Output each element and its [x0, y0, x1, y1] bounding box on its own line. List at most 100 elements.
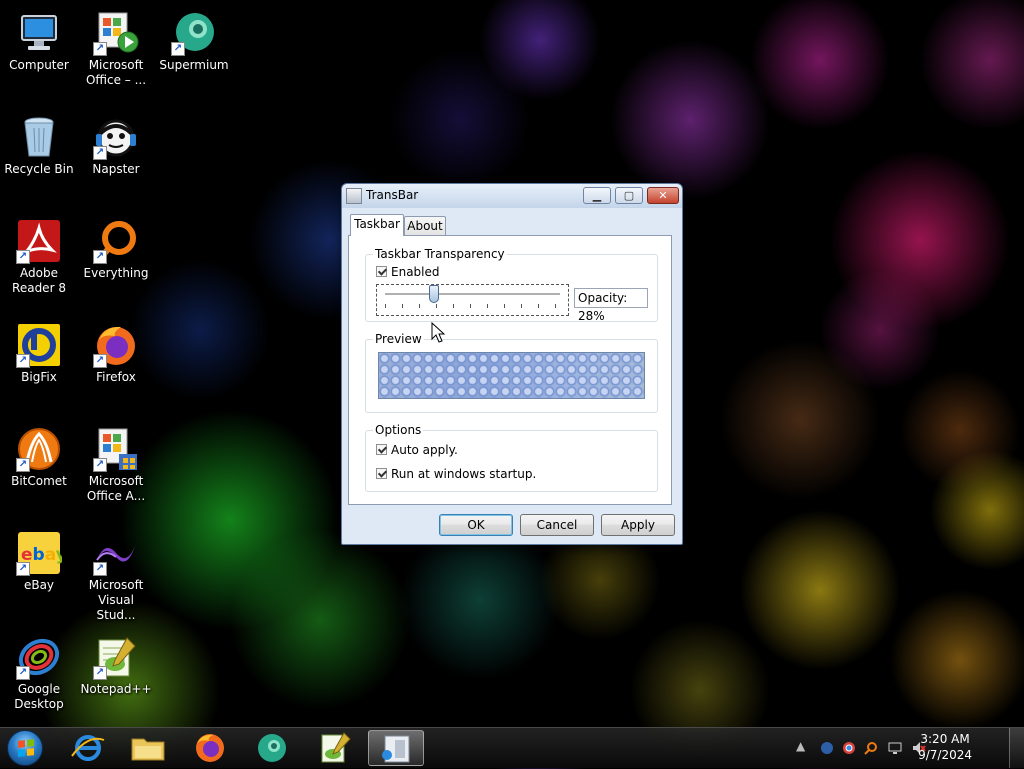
close-icon: ✕ — [658, 189, 668, 202]
maximize-button[interactable]: ▢ — [615, 187, 643, 204]
auto-apply-checkbox[interactable]: Auto apply. — [376, 443, 458, 457]
desktop-icon-adobe-reader[interactable]: ↗ Adobe Reader 8 — [1, 212, 77, 296]
taskbar-internet-explorer[interactable] — [60, 730, 116, 766]
dialog-client-area: Taskbar About Taskbar Transparency Enabl… — [348, 214, 676, 538]
supermium-icon — [258, 734, 286, 762]
close-button[interactable]: ✕ — [647, 187, 679, 204]
minimize-button[interactable]: ▁ — [583, 187, 611, 204]
run-at-startup-checkbox[interactable]: Run at windows startup. — [376, 467, 536, 481]
group-title: Options — [373, 423, 424, 437]
monitor-tray-icon[interactable] — [888, 741, 902, 755]
slider-tick — [470, 304, 471, 308]
desktop-icon-google-desktop[interactable]: ↗ Google Desktop — [1, 628, 77, 712]
preview-group: Preview — [365, 332, 658, 413]
desktop-icon-everything[interactable]: ↗ Everything — [78, 212, 154, 281]
desktop-icon-ebay[interactable]: ebay ↗ eBay — [1, 524, 77, 593]
visual-studio-icon: ↗ — [93, 530, 139, 576]
group-title: Taskbar Transparency — [373, 247, 507, 261]
enabled-checkbox[interactable]: Enabled — [376, 265, 440, 279]
shortcut-arrow-icon: ↗ — [16, 250, 30, 264]
desktop-icon-label: Napster — [92, 162, 140, 176]
search-tray-icon[interactable] — [864, 741, 878, 755]
opacity-slider[interactable] — [376, 284, 569, 316]
supermium-icon: ↗ — [171, 10, 217, 56]
slider-tick — [504, 304, 505, 308]
desktop-icon-bitcomet[interactable]: ↗ BitComet — [1, 420, 77, 489]
taskbar-notepad-plus-plus[interactable] — [306, 730, 362, 766]
recycle-bin-icon — [16, 114, 62, 160]
shortcut-arrow-icon: ↗ — [16, 354, 30, 368]
desktop-icon-label: Microsoft Office A... — [86, 474, 146, 503]
windows-logo-icon — [18, 739, 34, 757]
desktop-icon-label: BitComet — [11, 474, 67, 488]
taskbar-firefox[interactable] — [182, 730, 238, 766]
desktop-icon-visual-studio[interactable]: ↗ Microsoft Visual Stud... — [78, 524, 154, 623]
shortcut-arrow-icon: ↗ — [16, 562, 30, 576]
minimize-icon: ▁ — [592, 189, 602, 202]
desktop-icon-bigfix[interactable]: ↗ BigFix — [1, 316, 77, 385]
desktop-icon-napster[interactable]: ↗ Napster — [78, 108, 154, 177]
napster-icon: ↗ — [93, 114, 139, 160]
checkbox-label: Auto apply. — [391, 443, 458, 457]
shortcut-arrow-icon: ↗ — [93, 42, 107, 56]
maximize-icon: ▢ — [623, 189, 635, 202]
shortcut-arrow-icon: ↗ — [171, 42, 185, 56]
desktop-icon-label: Microsoft Office – ... — [85, 58, 147, 87]
group-title: Preview — [373, 332, 424, 346]
start-button[interactable] — [7, 730, 43, 766]
shortcut-arrow-icon: ↗ — [93, 666, 107, 680]
slider-tick — [419, 304, 420, 308]
slider-tick — [521, 304, 522, 308]
transbar-dialog: TransBar ▁ ▢ ✕ Taskbar About Taskbar Tra… — [341, 183, 683, 545]
show-desktop-button[interactable] — [1009, 728, 1024, 768]
network-tray-icon[interactable] — [820, 741, 834, 755]
taskbar-supermium[interactable] — [244, 730, 300, 766]
checkbox-label: Enabled — [391, 265, 440, 279]
shortcut-arrow-icon: ↗ — [93, 458, 107, 472]
ok-button[interactable]: OK — [439, 514, 513, 536]
clock-time: 3:20 AM — [920, 732, 970, 746]
checkbox-label: Run at windows startup. — [391, 467, 537, 481]
desktop-icon-supermium[interactable]: ↗ Supermium — [156, 4, 232, 73]
tab-panel-taskbar: Taskbar Transparency Enabled Opacity: 28… — [348, 235, 672, 505]
desktop-icon-label: Computer — [9, 58, 69, 72]
desktop-icon-label: Microsoft Visual Stud... — [88, 578, 144, 622]
desktop-icon-firefox[interactable]: ↗ Firefox — [78, 316, 154, 385]
desktop-icon-label: Google Desktop — [14, 682, 64, 711]
apply-button[interactable]: Apply — [601, 514, 675, 536]
desktop-icon-computer[interactable]: Computer — [1, 4, 77, 73]
shortcut-arrow-icon: ↗ — [93, 250, 107, 264]
checkbox-checked-icon — [376, 266, 387, 277]
tab-taskbar[interactable]: Taskbar — [350, 214, 404, 236]
desktop-icon-label: Recycle Bin — [4, 162, 74, 176]
title-bar[interactable]: TransBar ▁ ▢ ✕ — [342, 184, 682, 208]
desktop-icon-notepad-plus-plus[interactable]: ↗ Notepad++ — [78, 628, 154, 697]
ebay-icon: ebay ↗ — [16, 530, 67, 576]
mouse-pointer-icon — [431, 322, 446, 343]
desktop-icon-label: eBay — [23, 578, 55, 592]
desktop-icon-recycle-bin[interactable]: Recycle Bin — [1, 108, 77, 177]
desktop-icon-label: Everything — [83, 266, 149, 280]
slider-tick — [436, 304, 437, 308]
desktop-icon-microsoft-office-a[interactable]: ↗ Microsoft Office A... — [78, 420, 154, 504]
folder-icon — [131, 738, 165, 761]
taskbar-transbar[interactable] — [368, 730, 424, 766]
shortcut-arrow-icon: ↗ — [93, 354, 107, 368]
computer-icon — [16, 10, 62, 56]
adobe-reader-icon: ↗ — [16, 218, 62, 264]
show-hidden-icons-icon[interactable]: ▲ — [796, 739, 810, 753]
tab-about[interactable]: About — [404, 216, 446, 236]
slider-tick — [453, 304, 454, 308]
slider-thumb[interactable] — [429, 285, 439, 303]
everything-search-icon: ↗ — [93, 218, 139, 264]
checkbox-checked-icon — [376, 468, 387, 479]
desktop-icon-microsoft-office[interactable]: ↗ Microsoft Office – ... — [78, 4, 154, 88]
transbar-app-icon — [346, 188, 362, 204]
options-group: Options Auto apply. Run at windows start… — [365, 423, 658, 492]
taskbar-windows-explorer[interactable] — [120, 730, 176, 766]
system-clock[interactable]: 3:20 AM 9/7/2024 — [918, 731, 972, 763]
chrome-tray-icon[interactable] — [842, 741, 856, 755]
cancel-button[interactable]: Cancel — [520, 514, 594, 536]
slider-track — [385, 293, 560, 296]
window-title: TransBar — [366, 188, 419, 202]
